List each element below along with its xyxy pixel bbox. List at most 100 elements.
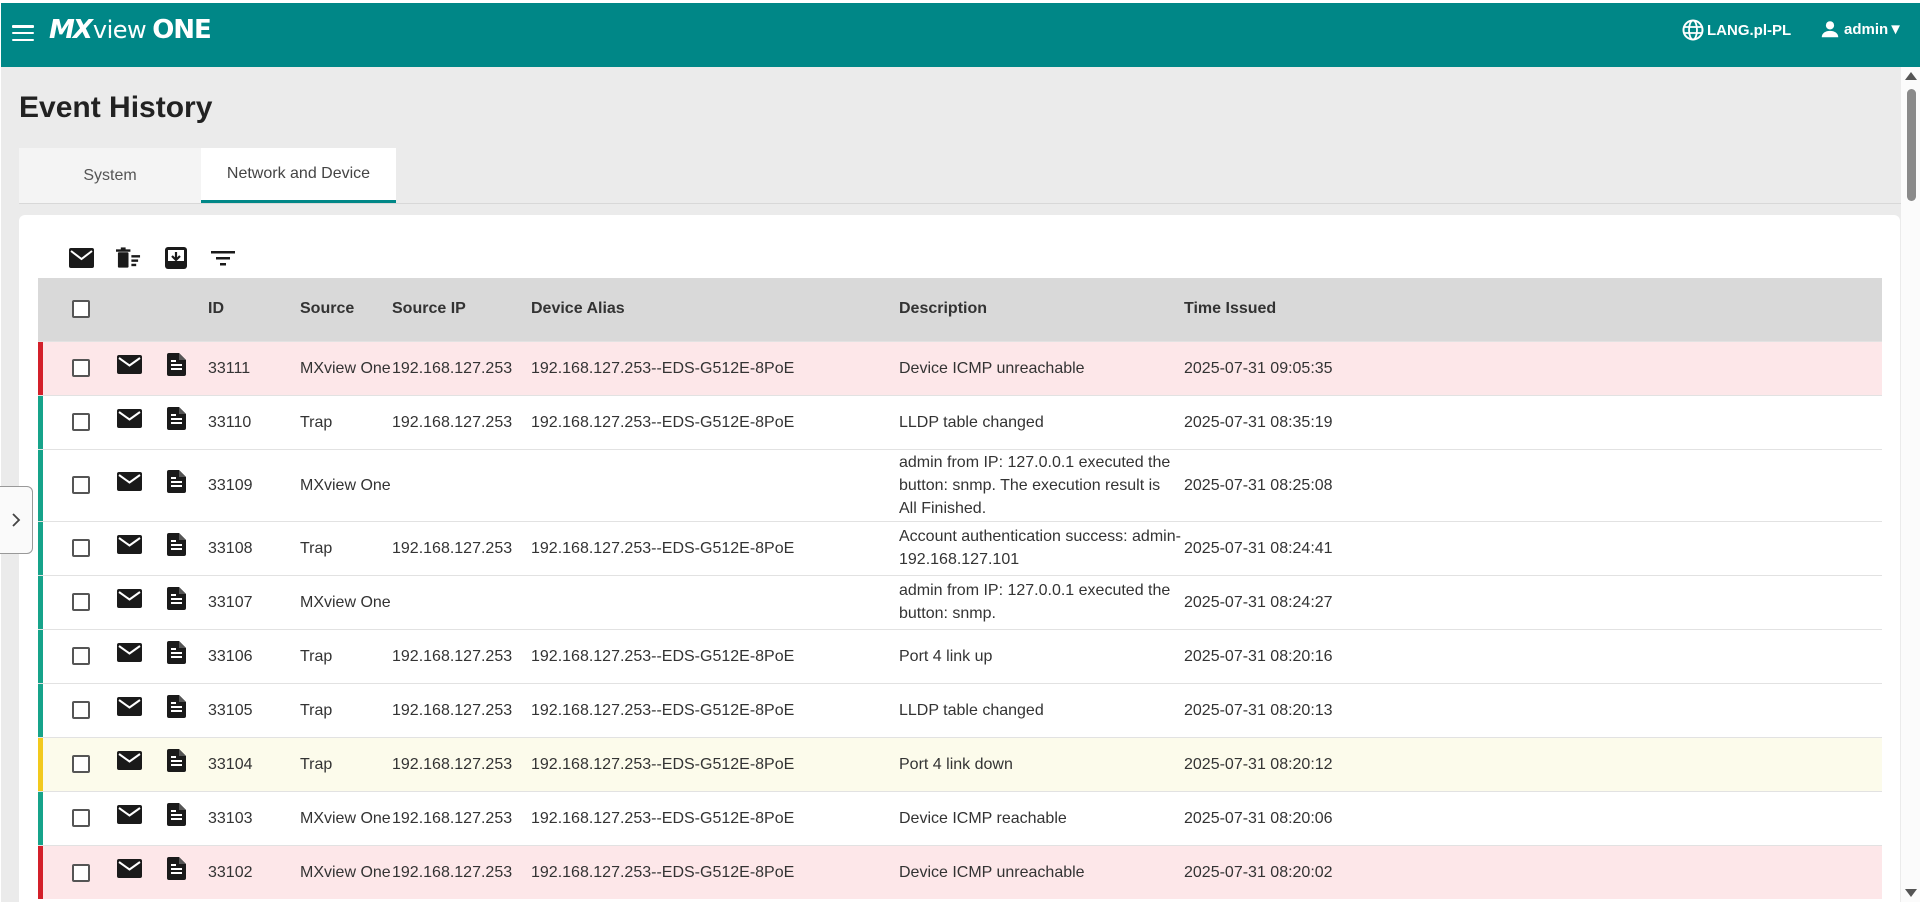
- row-checkbox[interactable]: [72, 539, 90, 558]
- mail-icon[interactable]: [117, 844, 167, 899]
- document-icon[interactable]: [167, 682, 208, 737]
- row-checkbox[interactable]: [72, 701, 90, 720]
- severity-indicator: [38, 575, 43, 629]
- cell-source-ip: 192.168.127.253: [392, 844, 531, 899]
- document-icon[interactable]: [167, 844, 208, 899]
- mail-icon[interactable]: [117, 520, 167, 575]
- table-row[interactable]: 33104 Trap 192.168.127.253 192.168.127.253-…: [38, 736, 1882, 791]
- cell-device-alias: 192.168.127.253--EDS-G512E-8PoE: [531, 628, 899, 683]
- mail-icon[interactable]: [117, 628, 167, 683]
- top-app-bar: MXview ONE LANG.pl-PL admin▼: [0, 0, 1920, 67]
- cell-source-ip: 192.168.127.253: [392, 520, 531, 575]
- table-row[interactable]: 33110 Trap 192.168.127.253 192.168.127.253-…: [38, 394, 1882, 449]
- user-name: admin▼: [1844, 20, 1904, 38]
- cell-time-issued: 2025-07-31 08:35:19: [1184, 394, 1882, 449]
- cell-id: 33109: [208, 448, 300, 521]
- scrollbar-thumb[interactable]: [1907, 89, 1916, 201]
- table-row[interactable]: 33106 Trap 192.168.127.253 192.168.127.253-…: [38, 628, 1882, 683]
- cell-time-issued: 2025-07-31 08:20:16: [1184, 628, 1882, 683]
- document-icon[interactable]: [167, 394, 208, 449]
- severity-indicator: [38, 629, 43, 683]
- column-header-device-alias[interactable]: Device Alias: [531, 278, 899, 341]
- scroll-down-arrow-icon[interactable]: [1905, 889, 1917, 897]
- cell-time-issued: 2025-07-31 08:25:08: [1184, 448, 1882, 521]
- mail-icon[interactable]: [117, 736, 167, 791]
- export-icon[interactable]: [163, 245, 188, 270]
- document-icon[interactable]: [167, 736, 208, 791]
- column-header-description[interactable]: Description: [899, 278, 1184, 341]
- column-header-time-issued[interactable]: Time Issued: [1184, 278, 1882, 341]
- row-checkbox[interactable]: [72, 593, 90, 612]
- sidebar-expand-button[interactable]: [0, 486, 33, 554]
- cell-id: 33111: [208, 340, 300, 395]
- cell-device-alias: 192.168.127.253--EDS-G512E-8PoE: [531, 790, 899, 845]
- select-all-checkbox[interactable]: [72, 300, 90, 319]
- cell-device-alias: 192.168.127.253--EDS-G512E-8PoE: [531, 520, 899, 575]
- cell-source-ip: 192.168.127.253: [392, 394, 531, 449]
- column-header-source[interactable]: Source: [300, 278, 392, 341]
- document-icon[interactable]: [167, 448, 208, 521]
- cell-device-alias: 192.168.127.253--EDS-G512E-8PoE: [531, 844, 899, 899]
- cell-time-issued: 2025-07-31 08:20:06: [1184, 790, 1882, 845]
- menu-icon[interactable]: [11, 22, 35, 44]
- cell-source: Trap: [300, 736, 392, 791]
- mail-icon[interactable]: [117, 682, 167, 737]
- globe-icon: [1682, 19, 1704, 41]
- mail-icon[interactable]: [117, 574, 167, 629]
- table-row[interactable]: 33108 Trap 192.168.127.253 192.168.127.253-…: [38, 520, 1882, 575]
- cell-description: Device ICMP unreachable: [899, 359, 1085, 377]
- cell-description: Device ICMP unreachable: [899, 863, 1085, 881]
- cell-id: 33105: [208, 682, 300, 737]
- tab-system[interactable]: System: [19, 148, 201, 203]
- mail-icon[interactable]: [117, 394, 167, 449]
- severity-indicator: [38, 737, 43, 791]
- column-header-id[interactable]: ID: [208, 278, 300, 341]
- row-checkbox[interactable]: [72, 413, 90, 432]
- severity-indicator: [38, 341, 43, 395]
- table-row[interactable]: 33107 MXview One admin from IP: 127.0.0.1 …: [38, 574, 1882, 629]
- cell-source-ip: 192.168.127.253: [392, 790, 531, 845]
- scroll-up-arrow-icon[interactable]: [1905, 72, 1917, 80]
- cell-description: Port 4 link down: [899, 755, 1013, 773]
- row-checkbox[interactable]: [72, 809, 90, 828]
- document-icon[interactable]: [167, 628, 208, 683]
- cell-id: 33107: [208, 574, 300, 629]
- scrollbar[interactable]: [1901, 67, 1920, 902]
- row-checkbox[interactable]: [72, 647, 90, 666]
- tab-network-and-device[interactable]: Network and Device: [201, 148, 396, 203]
- user-icon: [1821, 21, 1839, 38]
- language-selector[interactable]: LANG.pl-PL: [1681, 18, 1791, 42]
- tab-bar: System Network and Device: [19, 148, 396, 203]
- cell-device-alias: [531, 574, 899, 629]
- cell-id: 33108: [208, 520, 300, 575]
- row-checkbox[interactable]: [72, 755, 90, 774]
- table-row[interactable]: 33109 MXview One admin from IP: 127.0.0.1 …: [38, 448, 1882, 521]
- cell-description: Port 4 link up: [899, 647, 993, 665]
- column-header-source-ip[interactable]: Source IP: [392, 278, 531, 341]
- severity-indicator: [38, 791, 43, 845]
- mail-icon[interactable]: [69, 245, 94, 270]
- document-icon[interactable]: [167, 520, 208, 575]
- filter-icon[interactable]: [210, 245, 235, 270]
- row-checkbox[interactable]: [72, 359, 90, 378]
- cell-source: MXview One: [300, 790, 392, 845]
- delete-list-icon[interactable]: [116, 245, 141, 270]
- table-row[interactable]: 33111 MXview One 192.168.127.253 192.168.12…: [38, 340, 1882, 395]
- cell-source: MXview One: [300, 448, 392, 521]
- document-icon[interactable]: [167, 574, 208, 629]
- document-icon[interactable]: [167, 340, 208, 395]
- mail-icon[interactable]: [117, 340, 167, 395]
- severity-indicator: [38, 521, 43, 575]
- table-row[interactable]: 33103 MXview One 192.168.127.253 192.168.12…: [38, 790, 1882, 845]
- document-icon[interactable]: [167, 790, 208, 845]
- mail-icon[interactable]: [117, 448, 167, 521]
- user-menu[interactable]: admin▼: [1819, 18, 1903, 40]
- row-checkbox[interactable]: [72, 476, 90, 495]
- severity-indicator: [38, 683, 43, 737]
- cell-description: Device ICMP reachable: [899, 809, 1067, 827]
- cell-description: LLDP table changed: [899, 413, 1044, 431]
- table-row[interactable]: 33102 MXview One 192.168.127.253 192.168.12…: [38, 844, 1882, 899]
- row-checkbox[interactable]: [72, 863, 90, 882]
- table-row[interactable]: 33105 Trap 192.168.127.253 192.168.127.253-…: [38, 682, 1882, 737]
- mail-icon[interactable]: [117, 790, 167, 845]
